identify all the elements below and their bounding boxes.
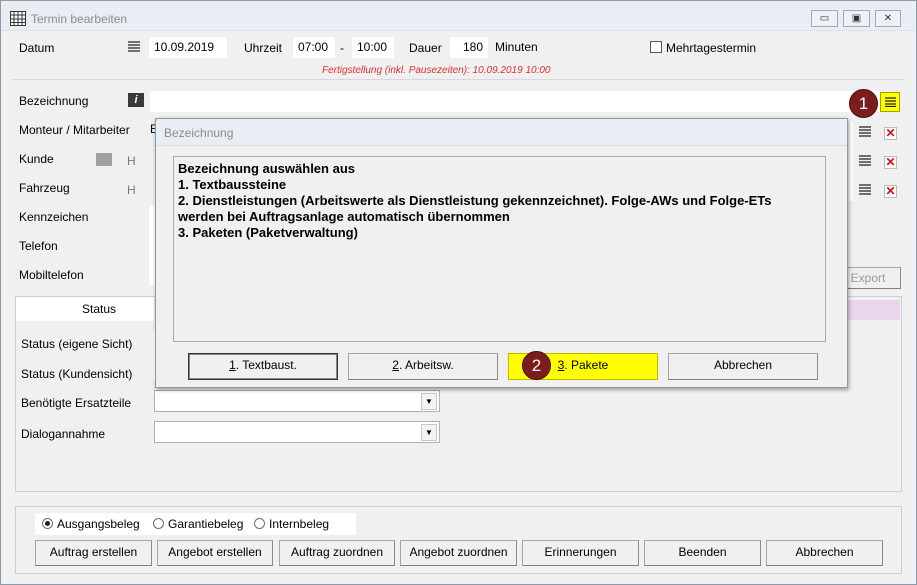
delete-icon[interactable]: ✕ bbox=[884, 185, 897, 198]
delete-icon[interactable]: ✕ bbox=[884, 156, 897, 169]
mobiltelefon-label: Mobiltelefon bbox=[19, 268, 84, 282]
dauer-field[interactable]: 180 bbox=[450, 37, 488, 58]
dialog-message: Bezeichnung auswählen aus 1. Textbausste… bbox=[173, 156, 826, 342]
fahrzeug-h-marker: H bbox=[127, 183, 136, 197]
mehrtages-checkbox[interactable] bbox=[650, 41, 662, 53]
dialog-title-bar bbox=[156, 119, 847, 146]
minimize-button[interactable]: ▭ bbox=[811, 10, 838, 27]
internbeleg-label: Internbeleg bbox=[269, 517, 330, 531]
arbeitsw-label: . Arbeitsw. bbox=[398, 358, 454, 372]
dialogannahme-label: Dialogannahme bbox=[21, 427, 106, 441]
time-separator: - bbox=[340, 41, 344, 55]
divider bbox=[12, 79, 905, 80]
kunde-color-swatch bbox=[96, 153, 112, 166]
dialog-abbrechen-button[interactable]: Abbrechen bbox=[668, 353, 818, 380]
arbeitsw-hotkey: 2 bbox=[392, 358, 399, 372]
list-icon[interactable] bbox=[859, 155, 871, 166]
textbaust-hotkey: 1 bbox=[229, 358, 236, 372]
uhrzeit-label: Uhrzeit bbox=[244, 41, 283, 55]
arbeitsw-button[interactable]: 2. Arbeitsw. bbox=[348, 353, 498, 380]
list-icon[interactable] bbox=[859, 184, 871, 195]
status-eigene-label: Status (eigene Sicht) bbox=[21, 337, 133, 351]
time-from-field[interactable]: 07:00 bbox=[293, 37, 335, 58]
textbaust-button[interactable]: 1. Textbaust. bbox=[188, 353, 338, 380]
chevron-down-icon[interactable]: ▼ bbox=[421, 424, 437, 441]
textbaust-label: . Textbaust. bbox=[235, 358, 297, 372]
monteur-label: Monteur / Mitarbeiter bbox=[19, 123, 130, 137]
status-header: Status bbox=[82, 302, 117, 316]
bezeichnung-dialog: Bezeichnung Bezeichnung auswählen aus 1.… bbox=[155, 118, 848, 388]
datum-label: Datum bbox=[19, 41, 55, 55]
kennzeichen-label: Kennzeichen bbox=[19, 210, 89, 224]
list-icon[interactable] bbox=[859, 126, 871, 137]
callout-badge-2: 2 bbox=[522, 351, 551, 380]
dialog-line: 2. Dienstleistungen (Arbeitswerte als Di… bbox=[178, 193, 772, 208]
list-icon bbox=[885, 97, 896, 107]
telefon-label: Telefon bbox=[19, 239, 58, 253]
mehrtages-label: Mehrtagestermin bbox=[666, 41, 757, 55]
dialogannahme-dropdown[interactable]: ▼ bbox=[154, 421, 440, 443]
abbrechen-button[interactable]: Abbrechen bbox=[766, 540, 883, 566]
chevron-down-icon[interactable]: ▼ bbox=[421, 393, 437, 410]
dialog-line: 3. Paketen (Paketverwaltung) bbox=[178, 225, 358, 240]
dialog-title: Bezeichnung bbox=[164, 126, 234, 140]
callout-badge-1: 1 bbox=[849, 89, 878, 118]
kunde-label: Kunde bbox=[19, 152, 54, 166]
window-title: Termin bearbeiten bbox=[31, 12, 128, 26]
radio-internbeleg[interactable] bbox=[254, 518, 265, 529]
list-icon[interactable] bbox=[128, 41, 140, 52]
dialog-line: Bezeichnung auswählen aus bbox=[178, 161, 355, 176]
ausgangsbeleg-label: Ausgangsbeleg bbox=[57, 517, 140, 531]
angebot-erstellen-button[interactable]: Angebot erstellen bbox=[157, 540, 273, 566]
kunde-h-marker: H bbox=[127, 154, 136, 168]
maximize-button[interactable]: ▣ bbox=[843, 10, 870, 27]
status-band bbox=[846, 300, 900, 320]
field-edge bbox=[849, 121, 853, 201]
bezeichnung-input[interactable] bbox=[150, 91, 880, 112]
ersatzteile-label: Benötigte Ersatzteile bbox=[21, 396, 132, 410]
calendar-grid-icon bbox=[10, 11, 26, 26]
radio-garantiebeleg[interactable] bbox=[153, 518, 164, 529]
title-bar bbox=[1, 1, 915, 31]
bezeichnung-label: Bezeichnung bbox=[19, 94, 89, 108]
auftrag-zuordnen-button[interactable]: Auftrag zuordnen bbox=[279, 540, 395, 566]
auftrag-erstellen-button[interactable]: Auftrag erstellen bbox=[35, 540, 152, 566]
time-to-field[interactable]: 10:00 bbox=[352, 37, 394, 58]
ersatzteile-dropdown[interactable]: ▼ bbox=[154, 390, 440, 412]
fahrzeug-label: Fahrzeug bbox=[19, 181, 70, 195]
angebot-zuordnen-button[interactable]: Angebot zuordnen bbox=[400, 540, 517, 566]
dauer-label: Dauer bbox=[409, 41, 442, 55]
bezeichnung-select-button[interactable] bbox=[880, 92, 900, 112]
status-kunden-label: Status (Kundensicht) bbox=[21, 367, 133, 381]
beenden-button[interactable]: Beenden bbox=[644, 540, 761, 566]
fertigstellung-text: Fertigstellung (inkl. Pausezeiten): 10.0… bbox=[322, 65, 551, 76]
radio-ausgangsbeleg[interactable] bbox=[42, 518, 53, 529]
erinnerungen-button[interactable]: Erinnerungen bbox=[522, 540, 639, 566]
dialog-line: 1. Textbaussteine bbox=[178, 177, 287, 192]
datum-field[interactable]: 10.09.2019 bbox=[149, 37, 227, 58]
info-icon[interactable]: i bbox=[128, 93, 144, 107]
close-window-button[interactable]: ✕ bbox=[875, 10, 901, 27]
garantiebeleg-label: Garantiebeleg bbox=[168, 517, 244, 531]
minuten-label: Minuten bbox=[495, 40, 538, 54]
delete-icon[interactable]: ✕ bbox=[884, 127, 897, 140]
pakete-label: . Pakete bbox=[564, 358, 609, 372]
dialog-line: werden bei Auftragsanlage automatisch üb… bbox=[178, 209, 510, 224]
